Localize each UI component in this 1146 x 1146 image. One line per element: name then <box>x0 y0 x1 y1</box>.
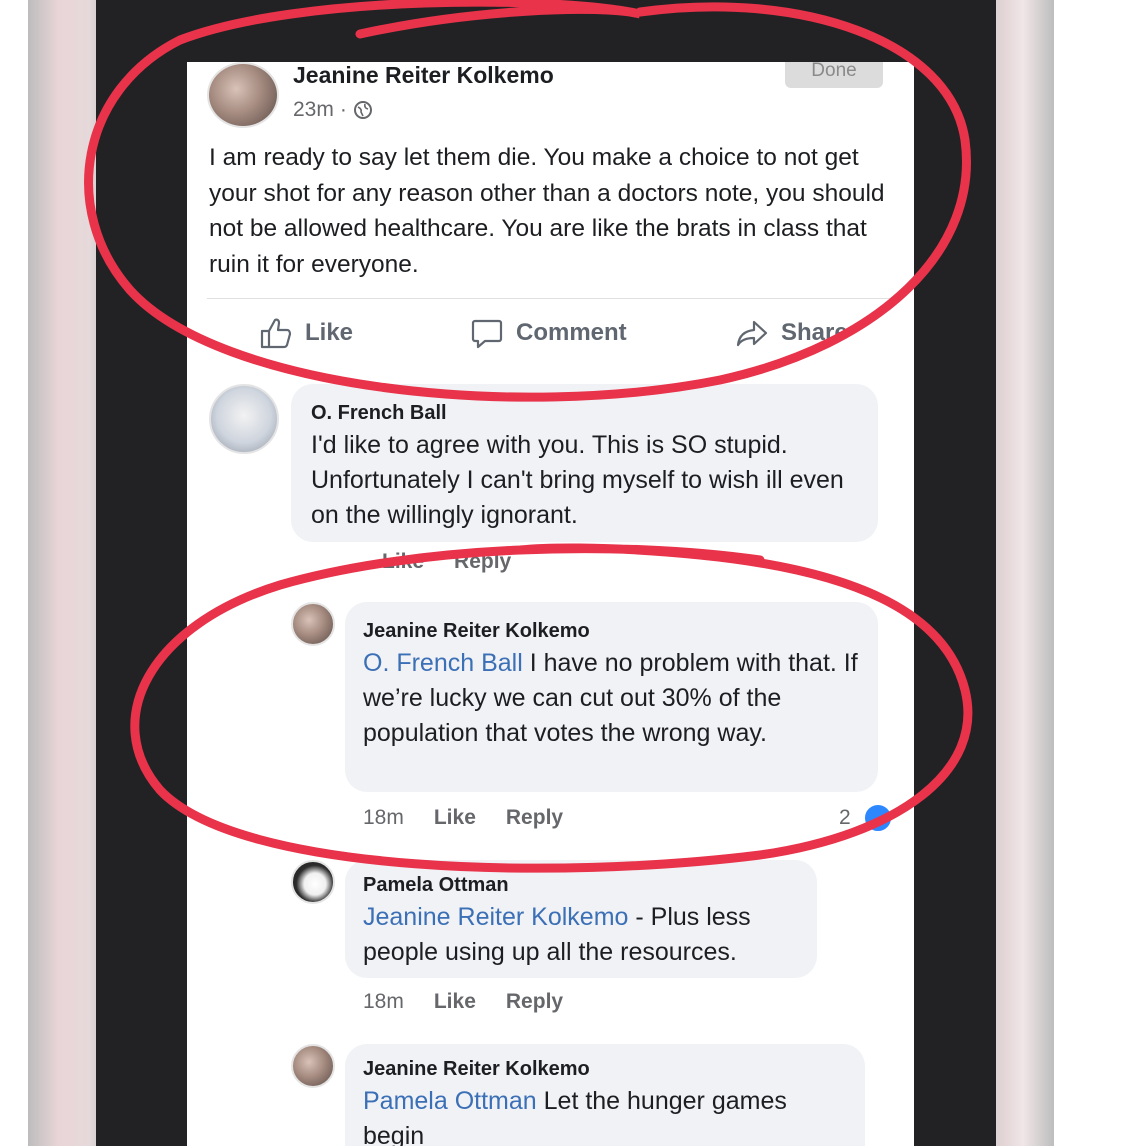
post-time[interactable]: 23m <box>293 98 334 122</box>
reply-actions: 18m Like Reply <box>363 806 563 830</box>
mention-link[interactable]: Pamela Ottman <box>363 1087 537 1115</box>
globe-icon <box>353 101 372 119</box>
reply-bubble: Jeanine Reiter Kolkemo O. French Ball I … <box>345 602 878 792</box>
comment-text: I'd like to agree with you. This is SO s… <box>311 431 844 529</box>
comment-actions: Like Reply <box>382 550 511 574</box>
commenter-avatar[interactable] <box>209 384 279 454</box>
post-author-name[interactable]: Jeanine Reiter Kolkemo <box>293 62 554 89</box>
like-label: Like <box>305 319 354 346</box>
reaction-count[interactable]: 2 <box>839 806 851 830</box>
reply-like-link[interactable]: Like <box>434 990 476 1014</box>
comment-author[interactable]: O. French Ball <box>311 402 447 425</box>
reply-author[interactable]: Pamela Ottman <box>363 874 509 897</box>
post-meta: 23m · <box>293 98 373 122</box>
share-arrow-icon <box>736 320 768 347</box>
comment-bubble: O. French Ball I'd like to agree with yo… <box>291 384 878 542</box>
facebook-post-card: Done Jeanine Reiter Kolkemo 23m · I am r… <box>187 62 914 1146</box>
reply-text: Pamela Ottman Let the hunger games begin <box>363 1084 853 1146</box>
like-reaction-icon[interactable] <box>863 803 893 833</box>
comment-label: Comment <box>516 319 627 346</box>
share-label: Share <box>781 319 848 346</box>
comment-reply-link[interactable]: Reply <box>454 550 511 574</box>
reply-text: Jeanine Reiter Kolkemo - Plus less peopl… <box>363 900 813 970</box>
post-text: I am ready to say let them die. You make… <box>209 144 885 278</box>
reply-author-avatar[interactable] <box>291 602 335 646</box>
comment-icon <box>471 319 503 349</box>
comment-button[interactable]: Comment <box>470 316 627 350</box>
reply-reply-link[interactable]: Reply <box>506 806 563 830</box>
done-button[interactable]: Done <box>785 62 883 88</box>
reply-author[interactable]: Jeanine Reiter Kolkemo <box>363 620 590 643</box>
post-author-avatar[interactable] <box>207 62 279 128</box>
reply-author-avatar[interactable] <box>291 1044 335 1088</box>
reply-bubble: Pamela Ottman Jeanine Reiter Kolkemo - P… <box>345 860 817 978</box>
reply-author-avatar[interactable] <box>291 860 335 904</box>
thumbs-up-icon <box>260 318 292 349</box>
share-button[interactable]: Share <box>735 316 848 350</box>
reply-author[interactable]: Jeanine Reiter Kolkemo <box>363 1058 590 1081</box>
like-button[interactable]: Like <box>259 316 353 350</box>
reply-text: O. French Ball I have no problem with th… <box>363 646 868 751</box>
mention-link[interactable]: O. French Ball <box>363 649 523 677</box>
reply-reply-link[interactable]: Reply <box>506 990 563 1014</box>
reply-time[interactable]: 18m <box>363 806 404 830</box>
post-divider <box>207 298 893 299</box>
meta-separator: · <box>339 98 347 121</box>
reply-time[interactable]: 18m <box>363 990 404 1014</box>
mention-link[interactable]: Jeanine Reiter Kolkemo <box>363 903 628 931</box>
comment-like-link[interactable]: Like <box>382 550 424 574</box>
reply-actions: 18m Like Reply <box>363 990 563 1014</box>
reply-like-link[interactable]: Like <box>434 806 476 830</box>
reply-bubble: Jeanine Reiter Kolkemo Pamela Ottman Let… <box>345 1044 865 1146</box>
